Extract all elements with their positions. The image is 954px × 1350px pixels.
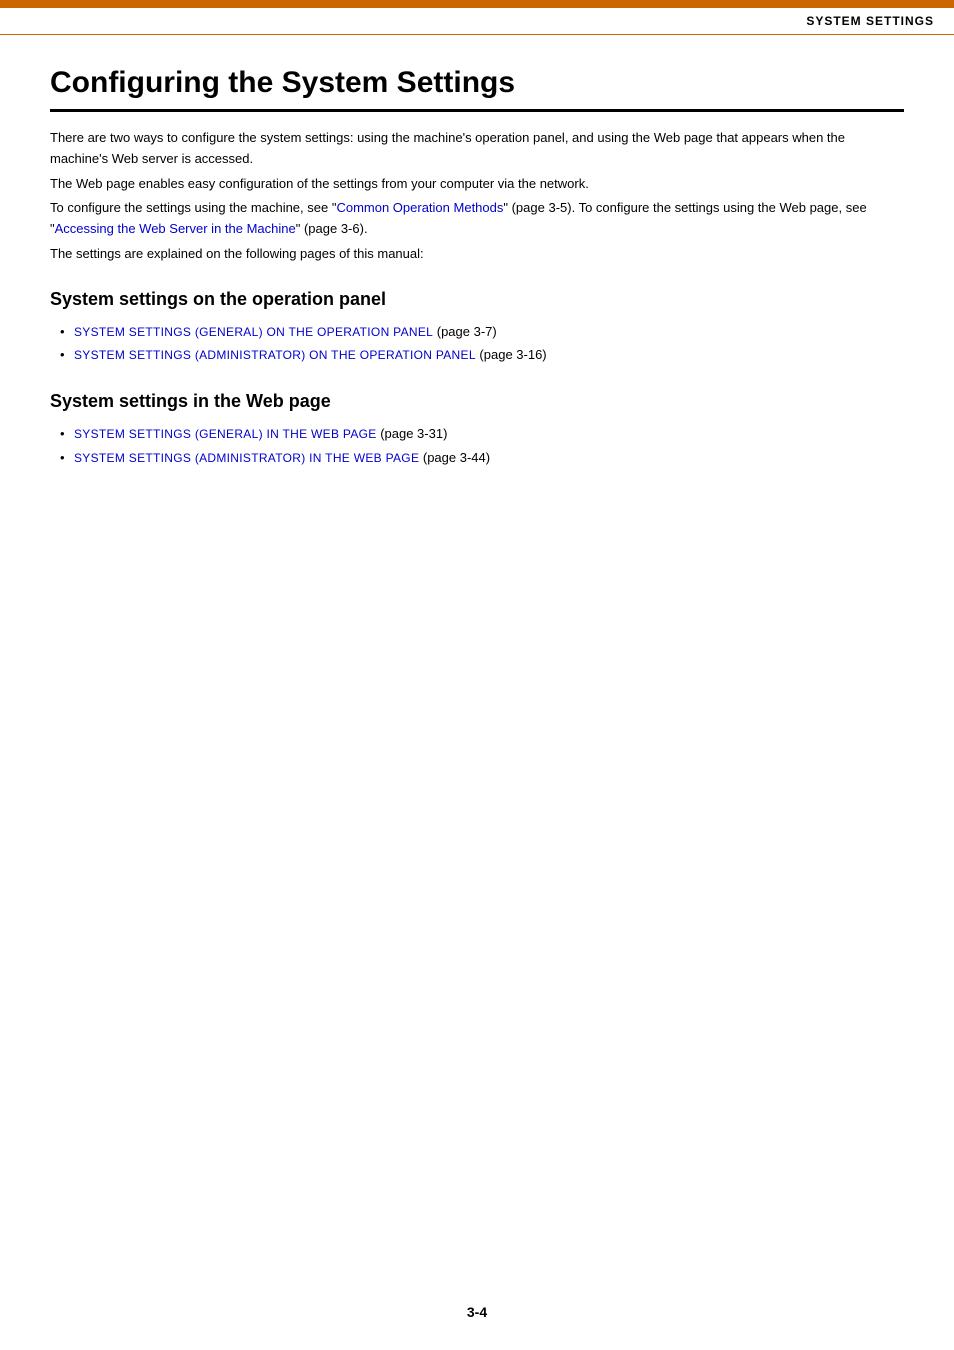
header-title: SYSTEM SETTINGS — [806, 14, 934, 28]
section1-list: SYSTEM SETTINGS (GENERAL) ON THE OPERATI… — [50, 320, 904, 367]
list-item: SYSTEM SETTINGS (ADMINISTRATOR) IN THE W… — [60, 446, 904, 470]
list-item: SYSTEM SETTINGS (GENERAL) ON THE OPERATI… — [60, 320, 904, 344]
intro-paragraph-4: The settings are explained on the follow… — [50, 244, 904, 265]
page-ref: (page 3-44) — [419, 450, 490, 465]
main-content: Configuring the System Settings There ar… — [0, 35, 954, 533]
general-operation-panel-link[interactable]: SYSTEM SETTINGS (GENERAL) ON THE OPERATI… — [74, 325, 433, 339]
general-web-page-link[interactable]: SYSTEM SETTINGS (GENERAL) IN THE WEB PAG… — [74, 427, 377, 441]
page-container: SYSTEM SETTINGS Configuring the System S… — [0, 0, 954, 1350]
list-item: SYSTEM SETTINGS (ADMINISTRATOR) ON THE O… — [60, 343, 904, 367]
page-ref: (page 3-7) — [433, 324, 497, 339]
administrator-operation-panel-link[interactable]: SYSTEM SETTINGS (ADMINISTRATOR) ON THE O… — [74, 348, 476, 362]
administrator-web-page-link[interactable]: SYSTEM SETTINGS (ADMINISTRATOR) IN THE W… — [74, 451, 419, 465]
intro-paragraph-1: There are two ways to configure the syst… — [50, 128, 904, 170]
page-ref: (page 3-16) — [476, 347, 547, 362]
section2-heading: System settings in the Web page — [50, 391, 904, 412]
page-ref: (page 3-31) — [377, 426, 448, 441]
header-row: SYSTEM SETTINGS — [0, 6, 954, 35]
page-title: Configuring the System Settings — [50, 65, 904, 112]
page-number: 3-4 — [467, 1304, 487, 1320]
intro-paragraph-2: The Web page enables easy configuration … — [50, 174, 904, 195]
accessing-web-server-link[interactable]: Accessing the Web Server in the Machine — [55, 221, 296, 236]
section1-heading: System settings on the operation panel — [50, 289, 904, 310]
common-operation-methods-link[interactable]: Common Operation Methods — [336, 200, 503, 215]
intro-paragraph-3: To configure the settings using the mach… — [50, 198, 904, 240]
section2-list: SYSTEM SETTINGS (GENERAL) IN THE WEB PAG… — [50, 422, 904, 469]
list-item: SYSTEM SETTINGS (GENERAL) IN THE WEB PAG… — [60, 422, 904, 446]
